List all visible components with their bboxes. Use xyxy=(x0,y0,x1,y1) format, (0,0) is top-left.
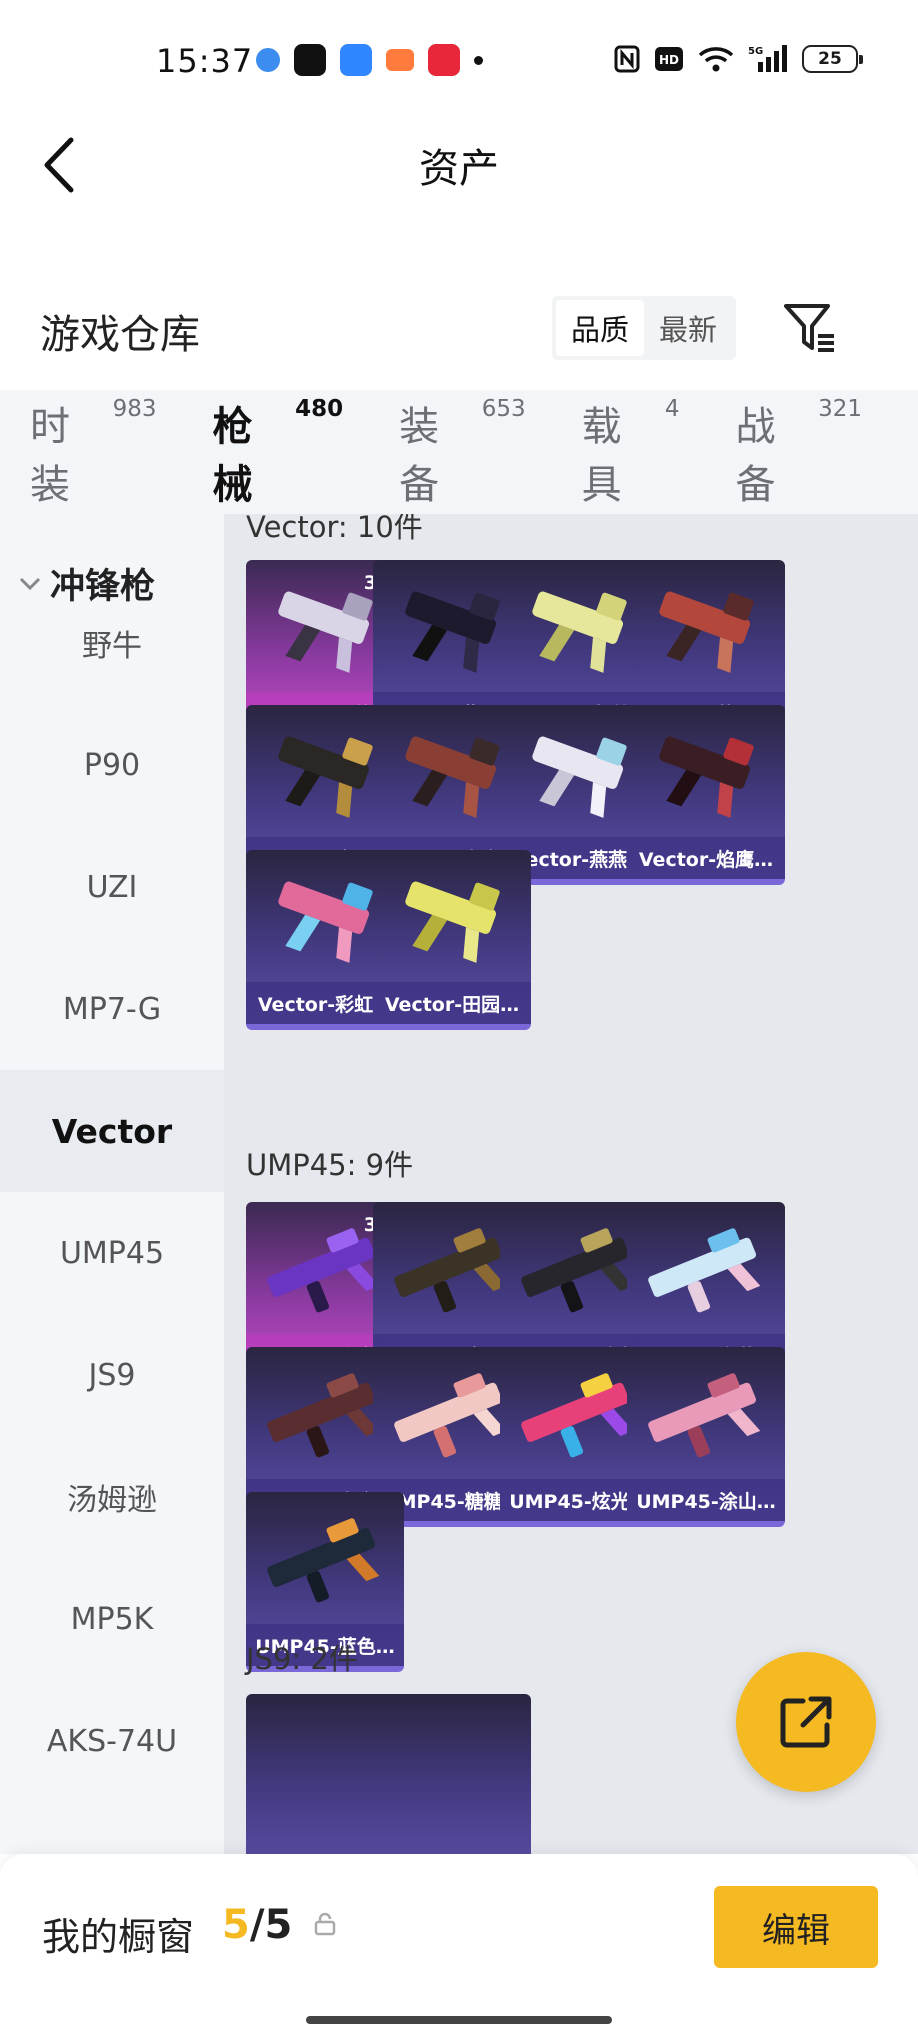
home-indicator[interactable] xyxy=(306,2016,612,2024)
status-notification-icons xyxy=(256,44,483,76)
tab-count: 983 xyxy=(112,396,157,422)
skin-card[interactable]: Vector-焰鹰… xyxy=(627,705,785,885)
vector-gun-icon xyxy=(659,736,754,818)
app-blue-icon xyxy=(256,48,280,72)
music-icon xyxy=(428,44,460,76)
sort-quality-option[interactable]: 品质 xyxy=(556,300,644,356)
section-title-vector: Vector: 10件 xyxy=(246,514,423,544)
tab-label: 时装 xyxy=(30,404,70,508)
tab-gear[interactable]: 战备 321 xyxy=(735,394,862,510)
tab-label: 战备 xyxy=(735,404,776,508)
sidebar-item-p90[interactable]: P90 xyxy=(0,704,224,826)
page-title: 资产 xyxy=(419,146,499,192)
share-external-icon xyxy=(780,1696,832,1748)
skin-card[interactable]: UMP45-涂山… xyxy=(627,1347,785,1527)
skin-card[interactable] xyxy=(373,1694,531,1854)
svg-text:HD: HD xyxy=(659,53,679,67)
sidebar-item-js9[interactable]: JS9 xyxy=(0,1314,224,1436)
cellular-5g-icon: 5G xyxy=(748,44,788,74)
vector-gun-icon xyxy=(405,881,500,963)
page-header: 资产 xyxy=(0,120,918,210)
tab-vehicles[interactable]: 载具 4 xyxy=(582,394,680,510)
sidebar-item-uzi[interactable]: UZI xyxy=(0,826,224,948)
tab-count: 321 xyxy=(818,396,862,422)
warehouse-title: 游戏仓库 xyxy=(40,312,200,358)
app-store-icon xyxy=(340,44,372,76)
sidebar-item-mp7g[interactable]: MP7-G xyxy=(0,948,224,1070)
tab-count: 653 xyxy=(481,396,526,422)
tiktok-icon xyxy=(294,44,326,76)
status-system-icons: HD 5G 25 xyxy=(614,44,863,74)
showcase-total: 5 xyxy=(264,1902,293,1948)
tab-firearms[interactable]: 枪械 480 xyxy=(212,394,344,534)
ump45-gun-icon xyxy=(267,1518,380,1603)
sidebar-item-mp5k[interactable]: MP5K xyxy=(0,1558,224,1680)
tab-fashion[interactable]: 时装 983 xyxy=(30,394,157,510)
sort-toggle: 品质 最新 xyxy=(552,296,736,360)
status-bar: 15:37 HD 5G 25 xyxy=(0,0,918,120)
ump45-gun-icon xyxy=(648,1373,761,1458)
svg-text:5G: 5G xyxy=(748,46,763,57)
section-title-js9: JS9: 2件 xyxy=(246,1642,358,1676)
vector-gun-icon xyxy=(659,591,754,673)
sidebar-item-vector[interactable]: Vector xyxy=(0,1070,224,1192)
category-tabs: 时装 983 枪械 480 装备 653 载具 4 战备 321 xyxy=(0,390,918,534)
ump45-gun-icon xyxy=(648,1228,761,1313)
battery-indicator: 25 xyxy=(802,45,863,73)
showcase-count: 5/5 xyxy=(222,1902,292,1948)
nfc-icon xyxy=(614,44,640,74)
showcase-separator: / xyxy=(249,1902,265,1948)
edit-button[interactable]: 编辑 xyxy=(714,1886,878,1968)
status-time: 15:37 xyxy=(156,42,254,80)
tab-equipment[interactable]: 装备 653 xyxy=(399,394,526,510)
filter-button[interactable] xyxy=(782,300,840,356)
tab-count: 480 xyxy=(295,396,344,422)
showcase-label: 我的橱窗 xyxy=(42,1915,195,1959)
tab-label: 装备 xyxy=(399,404,440,508)
sidebar-item-bizon[interactable]: 野牛 xyxy=(0,582,224,704)
tab-label: 枪械 xyxy=(212,404,253,508)
filter-icon xyxy=(784,304,834,352)
lock-icon xyxy=(314,1912,336,1940)
sidebar-item-thompson[interactable]: 汤姆逊 xyxy=(0,1436,224,1558)
hd-icon: HD xyxy=(654,44,684,74)
skin-name: UMP45-涂山… xyxy=(627,1479,785,1521)
tab-label: 载具 xyxy=(581,404,622,508)
section-title-ump45: UMP45: 9件 xyxy=(246,1148,414,1182)
skin-name: Vector-焰鹰… xyxy=(627,837,785,879)
sidebar-item-aks74u[interactable]: AKS-74U xyxy=(0,1680,224,1802)
sort-newest-option[interactable]: 最新 xyxy=(644,300,732,356)
share-fab-button[interactable] xyxy=(736,1652,876,1792)
wifi-icon xyxy=(698,44,734,74)
sidebar-item-ump45[interactable]: UMP45 xyxy=(0,1192,224,1314)
game-controller-icon xyxy=(386,49,414,71)
tab-count: 4 xyxy=(664,396,680,422)
skin-card[interactable]: Vector-田园… xyxy=(373,850,531,1030)
skin-name: Vector-田园… xyxy=(373,982,531,1024)
more-dot-icon xyxy=(474,55,483,65)
showcase-bar: 我的橱窗 5/5 编辑 xyxy=(0,1854,918,2040)
weapon-type-sidebar: 冲锋枪 野牛 P90 UZI MP7-G Vector UMP45 JS9 汤姆… xyxy=(0,514,224,1854)
showcase-used: 5 xyxy=(222,1902,250,1948)
